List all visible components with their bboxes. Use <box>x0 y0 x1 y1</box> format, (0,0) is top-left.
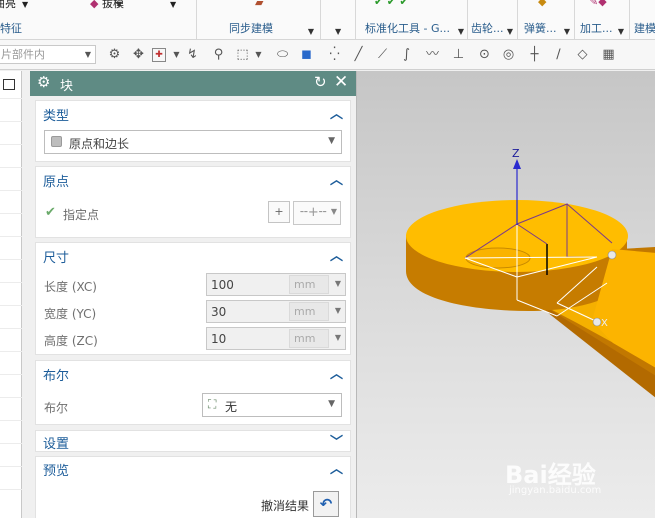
solid-cube-icon[interactable]: ◼ <box>298 46 315 63</box>
spline-icon[interactable]: ∫ <box>398 46 415 63</box>
rectangle-select-dropdown-icon[interactable]: ▼ <box>250 46 267 63</box>
ribbon: 曲亮▼ ◆ 拔模▼ 特征 ▼ ▰ 同步建模 ▼ ▼ ✔ ✔ ✔ 标准化工具 - … <box>0 0 655 40</box>
ribbon-group-empty[interactable]: ▼ <box>321 0 356 39</box>
section-boolean: 布尔 ︿ 布尔 ⛶ 无 ▼ <box>35 360 351 425</box>
snap-point-dropdown-icon[interactable]: ▼ <box>168 46 185 63</box>
block-type-icon <box>51 136 62 147</box>
ribbon-group-modeling[interactable]: 建模 <box>630 0 655 39</box>
collapse-chevron-up-icon[interactable]: ︿ <box>330 103 343 122</box>
undo-result-label: 撤消结果 <box>261 499 310 513</box>
dialog-title-bar[interactable]: ⚙ 块 ↻ ✕ <box>30 71 356 96</box>
boolean-dropdown[interactable]: ⛶ 无 ▼ <box>202 393 342 417</box>
type-dropdown[interactable]: 原点和边长 ▼ <box>44 130 342 154</box>
checkmark-icon: ✔ <box>45 205 56 220</box>
plane-icon[interactable]: ◇ <box>574 46 591 63</box>
section-dimensions-header[interactable]: 尺寸 <box>43 247 69 266</box>
point-dialog-button[interactable]: + <box>268 201 290 223</box>
left-resource-strip <box>0 71 22 518</box>
ribbon-group-feature[interactable]: 特征 ▼ <box>0 0 197 39</box>
grid-icon[interactable]: ▦ <box>600 46 617 63</box>
ribbon-group-spring[interactable]: ◆ 弹簧... ▼ <box>518 0 575 39</box>
snap-endpoint-icon[interactable]: ↯ <box>184 46 201 63</box>
collapse-chevron-up-icon[interactable]: ︿ <box>330 169 343 188</box>
y-drag-handle <box>607 250 617 260</box>
inferred-point-icon: ╌+╌ <box>300 205 327 220</box>
select-feature-icon[interactable]: ✥ <box>130 46 147 63</box>
select-body-icon[interactable]: ⚲ <box>210 46 227 63</box>
boolean-none-icon: ⛶ <box>208 397 217 411</box>
chevron-down-icon: ▼ <box>330 207 337 216</box>
section-type: 类型 ︿ 原点和边长 ▼ <box>35 100 351 162</box>
ribbon-group-sync-modeling[interactable]: ▰ 同步建模 ▼ <box>197 0 321 39</box>
tangent-icon[interactable]: ⊥ <box>450 46 467 63</box>
snap-point-icon[interactable]: ✚ <box>152 48 166 62</box>
rectangle-select-icon[interactable]: ⬚ <box>234 46 251 63</box>
boolean-label: 布尔 <box>44 401 69 415</box>
section-preview-header[interactable]: 预览 <box>43 460 69 479</box>
selection-scope-dropdown[interactable]: 片部件内 ▼ <box>0 45 96 64</box>
circle-center-icon[interactable]: ⊙ <box>476 46 493 63</box>
z-axis-label: Z <box>512 147 520 160</box>
watermark-sub: jingyan.baidu.com <box>509 485 602 496</box>
graphics-viewport[interactable]: Z X Bai经验 jingyan.baidu.com <box>356 71 655 518</box>
section-preview: 预览 ︿ 撤消结果 ↶ <box>35 456 351 518</box>
gear-icon[interactable]: ⚙ <box>37 73 50 91</box>
line-icon[interactable]: ╱ <box>350 46 367 63</box>
standard-tools-icon: ✔ ✔ ✔ <box>374 0 409 8</box>
x-axis-label: X <box>601 318 608 329</box>
reset-icon[interactable]: ↻ <box>314 73 327 91</box>
x-drag-handle <box>592 317 602 327</box>
spring-icon: ◆ <box>538 0 547 8</box>
cross-point-icon[interactable]: ┼ <box>526 46 543 63</box>
width-unit[interactable]: mm <box>289 302 329 321</box>
inferred-point-dropdown[interactable]: ╌+╌ ▼ <box>293 201 341 225</box>
collapse-chevron-up-icon[interactable]: ︿ <box>330 458 343 477</box>
collapse-chevron-up-icon[interactable]: ︿ <box>330 363 343 382</box>
dialog-title: 块 <box>60 79 74 94</box>
width-input[interactable]: 30 mm ▼ <box>206 300 346 323</box>
scatter-points-icon[interactable]: ⁛ <box>326 46 343 63</box>
polyline-icon[interactable]: ⟋ <box>374 46 391 63</box>
height-unit[interactable]: mm <box>289 329 329 348</box>
angled-line-icon[interactable]: ∕ <box>550 46 567 63</box>
specify-point-label: 指定点 <box>63 208 100 222</box>
chevron-down-icon: ▼ <box>334 333 341 342</box>
width-label: 宽度 (YC) <box>44 307 97 321</box>
restore-window-icon[interactable] <box>3 79 15 90</box>
length-input[interactable]: 100 mm ▼ <box>206 273 346 296</box>
section-settings-header[interactable]: 设置 <box>43 433 69 452</box>
height-label: 高度 (ZC) <box>44 334 98 348</box>
ribbon-group-standard-tools[interactable]: ✔ ✔ ✔ 标准化工具 - G... ▼ <box>356 0 468 39</box>
section-type-header[interactable]: 类型 <box>43 105 69 124</box>
quadrant-point-icon[interactable]: ◎ <box>500 46 517 63</box>
expand-chevron-down-icon[interactable]: ﹀ <box>330 431 343 450</box>
undo-result-button[interactable]: ↶ <box>313 491 339 517</box>
chevron-down-icon: ▼ <box>334 279 341 288</box>
selection-toolbar: 片部件内 ▼ ⚙ ✥ ✚ ▼ ↯ ⚲ ⬚ ▼ ⬭ ◼ ⁛ ╱ ⟋ ∫ 〰 ⊥ ⊙ … <box>0 40 655 70</box>
section-origin-header[interactable]: 原点 <box>43 171 69 190</box>
close-icon[interactable]: ✕ <box>334 72 348 92</box>
ribbon-group-machining[interactable]: ✎◆ 加工... ▼ <box>575 0 630 39</box>
chevron-down-icon: ▼ <box>328 399 335 409</box>
section-dimensions: 尺寸 ︿ 长度 (XC) 100 mm ▼ 宽度 (YC) 30 mm ▼ 高度… <box>35 242 351 355</box>
collapse-chevron-up-icon[interactable]: ︿ <box>330 245 343 264</box>
section-boolean-header[interactable]: 布尔 <box>43 365 69 384</box>
part-model <box>406 159 655 398</box>
select-filter-icon[interactable]: ⚙ <box>106 46 123 63</box>
sync-modeling-icon: ▰ <box>255 0 264 9</box>
curve-icon[interactable]: 〰 <box>424 46 441 63</box>
z-axis-arrow <box>513 159 521 169</box>
section-origin: 原点 ︿ ✔ 指定点 + ╌+╌ ▼ <box>35 166 351 238</box>
ribbon-group-gear[interactable]: 齿轮... ▼ <box>468 0 518 39</box>
section-settings: 设置 ﹀ <box>35 430 351 452</box>
chevron-down-icon: ▼ <box>334 306 341 315</box>
length-label: 长度 (XC) <box>44 280 97 294</box>
height-input[interactable]: 10 mm ▼ <box>206 327 346 350</box>
chevron-down-icon: ▼ <box>328 136 335 146</box>
machining-icon: ✎◆ <box>589 0 607 8</box>
length-unit[interactable]: mm <box>289 275 329 294</box>
block-dialog: ⚙ 块 ↻ ✕ 类型 ︿ 原点和边长 ▼ 原点 ︿ ✔ 指定点 + ╌+╌ ▼ … <box>30 71 356 518</box>
shaded-cube-icon[interactable]: ⬭ <box>274 46 291 63</box>
